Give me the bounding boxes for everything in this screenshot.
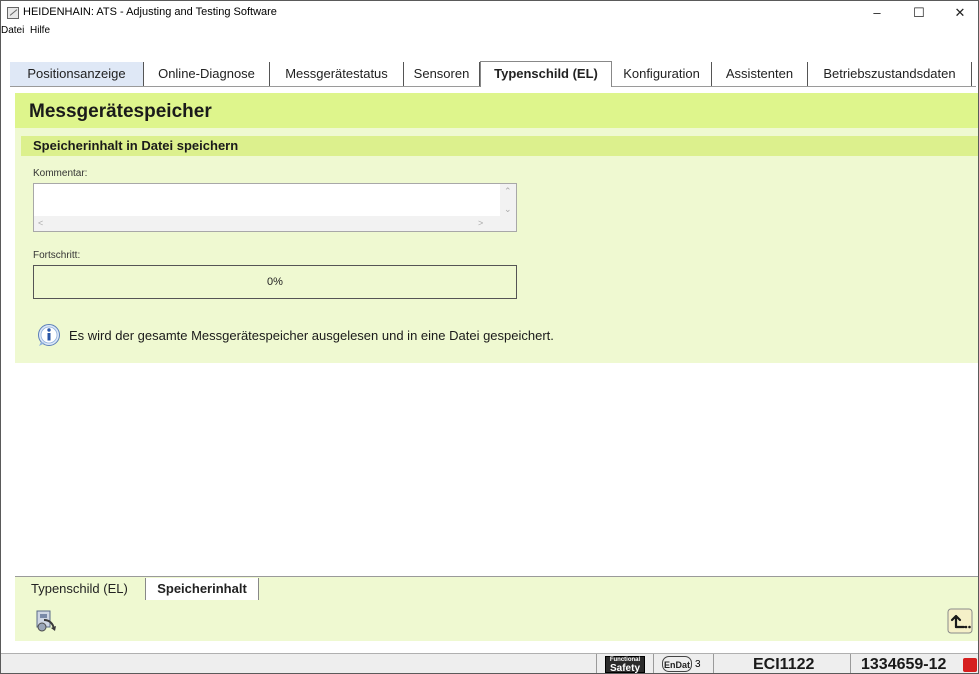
close-button[interactable]: ✕ [943,1,977,25]
comment-field[interactable]: ⌃ ⌄ < > [33,183,517,232]
scrollbar-corner [500,216,516,231]
status-divider [596,654,597,673]
scroll-down-icon[interactable]: ⌄ [504,204,512,214]
progress-text: 0% [267,276,283,288]
info-icon [38,324,60,346]
functional-safety-bottom: Safety [609,663,640,674]
tab-sensoren[interactable]: Sensoren [404,62,480,86]
progress-bar: 0% [33,265,517,299]
page-title: Messgerätespeicher [29,101,212,122]
menu-hilfe[interactable]: Hilfe [30,25,50,36]
status-bar: Functional Safety EnDat 3 ECI1122 133465… [1,653,978,673]
functional-safety-badge: Functional Safety [605,656,645,673]
scroll-right-icon[interactable]: > [478,218,483,228]
device-type: ECI1122 [753,656,815,673]
minimize-button[interactable]: – [860,1,894,25]
tab-assistenten[interactable]: Assistenten [712,62,808,86]
endat-badge: EnDat [662,656,692,672]
memory-panel: Messgerätespeicher Speicherinhalt in Dat… [15,93,978,363]
return-arrow-icon[interactable] [947,608,973,634]
tab-konfiguration[interactable]: Konfiguration [612,62,712,86]
maximize-button[interactable]: ☐ [902,1,936,25]
title-bar: HEIDENHAIN: ATS - Adjusting and Testing … [1,1,978,25]
alert-status-icon [963,658,977,672]
comment-label: Kommentar: [33,168,88,179]
application-window: HEIDENHAIN: ATS - Adjusting and Testing … [0,0,979,674]
menu-bar: Datei Hilfe [1,25,978,39]
vertical-scrollbar[interactable]: ⌃ ⌄ [500,184,516,217]
section-header: Speicherinhalt in Datei speichern [21,136,978,156]
bottom-tab-speicherinhalt[interactable]: Speicherinhalt [145,578,259,600]
main-tab-bar: Positionsanzeige Online-Diagnose Messger… [10,61,976,87]
tab-messgeraetestatus[interactable]: Messgerätestatus [270,62,404,86]
endat-version: 3 [695,659,701,670]
menu-datei[interactable]: Datei [1,25,24,36]
status-divider [653,654,654,673]
bottom-tab-typenschild-el[interactable]: Typenschild (EL) [31,578,143,600]
progress-label: Fortschritt: [33,250,81,261]
scroll-up-icon[interactable]: ⌃ [504,186,512,196]
section-title: Speicherinhalt in Datei speichern [33,138,239,153]
bottom-tab-bar: Typenschild (EL) Speicherinhalt [15,576,978,601]
read-memory-to-file-icon[interactable] [33,608,59,634]
tab-typenschild-el[interactable]: Typenschild (EL) [480,61,612,87]
app-icon [7,7,19,19]
toolbar [15,601,978,641]
scroll-left-icon[interactable]: < [38,218,43,228]
status-divider [850,654,851,673]
tab-online-diagnose[interactable]: Online-Diagnose [144,62,270,86]
tab-positionsanzeige[interactable]: Positionsanzeige [10,62,144,86]
window-title: HEIDENHAIN: ATS - Adjusting and Testing … [23,6,277,18]
info-message: Es wird der gesamte Messgerätespeicher a… [69,328,554,343]
id-number: 1334659-12 [861,656,947,673]
tab-betriebszustandsdaten[interactable]: Betriebszustandsdaten [808,62,972,86]
horizontal-scrollbar[interactable]: < > [34,216,502,231]
status-divider [713,654,714,673]
panel-header: Messgerätespeicher [15,93,978,128]
